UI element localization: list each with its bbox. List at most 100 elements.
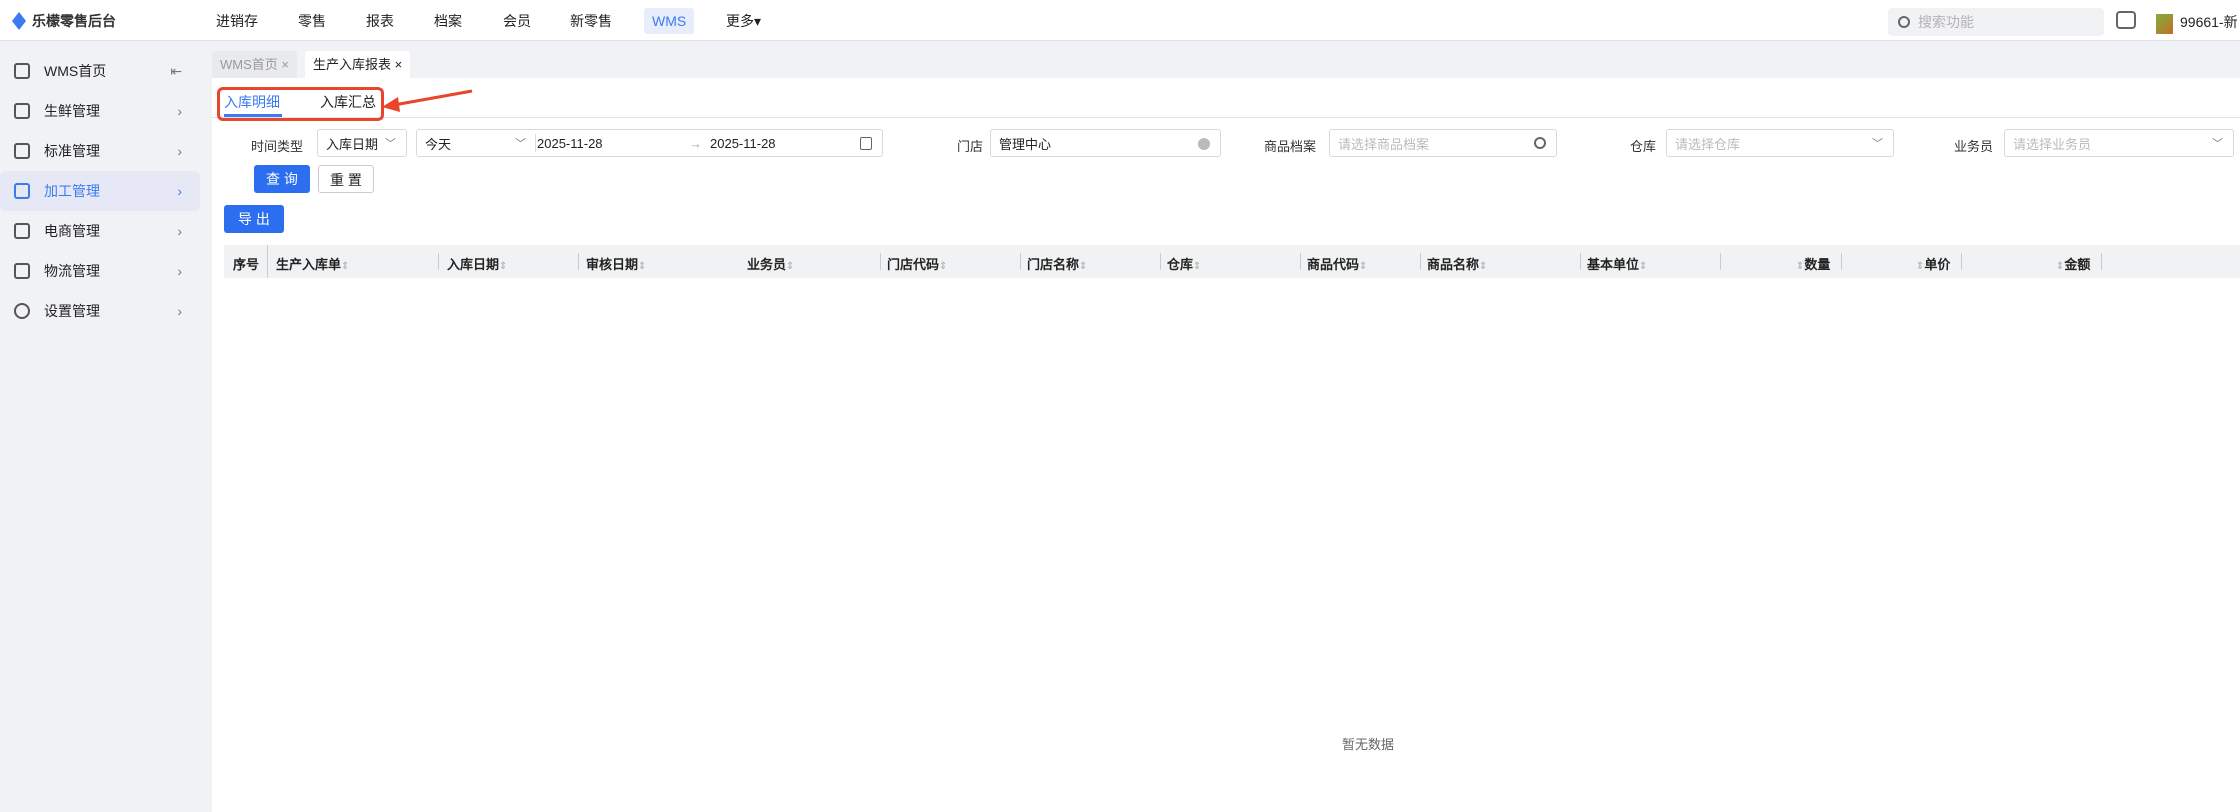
nav-wms[interactable]: WMS bbox=[644, 8, 695, 34]
sidebar-item-fresh[interactable]: 生鲜管理 › bbox=[0, 91, 200, 131]
sidebar-item-standard[interactable]: 标准管理 › bbox=[0, 131, 200, 171]
divider bbox=[880, 253, 881, 270]
sidebar-item-label: 生鲜管理 bbox=[44, 103, 100, 119]
col-store-name[interactable]: 门店名称⇕ bbox=[1027, 254, 1087, 273]
salesman-select[interactable]: 请选择业务员 ﹀ bbox=[2004, 129, 2234, 157]
chevron-down-icon: ﹀ bbox=[515, 138, 526, 150]
date-range-picker[interactable]: 今天 ﹀ 2025-11-28 → 2025-11-28 bbox=[416, 129, 883, 157]
search-input[interactable]: 搜索功能 bbox=[1888, 8, 2104, 36]
nav-more[interactable]: 更多▾ bbox=[718, 8, 769, 34]
col-amount[interactable]: ⇕金额 bbox=[2056, 254, 2090, 273]
chevron-right-icon: › bbox=[177, 103, 182, 119]
nav-archives[interactable]: 档案 bbox=[426, 8, 470, 34]
sort-icon: ⇕ bbox=[1079, 261, 1088, 272]
sidebar-item-processing[interactable]: 加工管理 › bbox=[0, 171, 200, 211]
sort-icon: ⇕ bbox=[1359, 261, 1368, 272]
search-placeholder: 搜索功能 bbox=[1918, 14, 1974, 30]
product-input[interactable]: 请选择商品档案 bbox=[1329, 129, 1557, 157]
page-tab-bar bbox=[212, 41, 2240, 78]
annotation-highlight-box bbox=[217, 87, 384, 121]
chevron-right-icon: › bbox=[177, 183, 182, 199]
col-label: 基本单位 bbox=[1587, 257, 1640, 272]
divider bbox=[212, 117, 2240, 118]
col-order[interactable]: 生产入库单⇕ bbox=[276, 254, 349, 273]
store-input[interactable]: 管理中心 bbox=[990, 129, 1221, 157]
sidebar-item-logistics[interactable]: 物流管理 › bbox=[0, 251, 200, 291]
col-label: 生产入库单 bbox=[276, 257, 342, 272]
col-label: 金额 bbox=[2064, 257, 2091, 272]
col-product-code[interactable]: 商品代码⇕ bbox=[1307, 254, 1367, 273]
query-button[interactable]: 查 询 bbox=[254, 165, 310, 193]
col-unit-price[interactable]: ⇕单价 bbox=[1916, 254, 1950, 273]
home-icon bbox=[14, 63, 30, 79]
date-end[interactable]: 2025-11-28 bbox=[710, 136, 776, 151]
product-placeholder: 请选择商品档案 bbox=[1338, 136, 1430, 152]
nav-members[interactable]: 会员 bbox=[495, 8, 539, 34]
sidebar-item-label: 加工管理 bbox=[44, 183, 100, 199]
nav-new-retail[interactable]: 新零售 bbox=[562, 8, 620, 34]
divider bbox=[2101, 253, 2102, 270]
sidebar-item-ecommerce[interactable]: 电商管理 › bbox=[0, 211, 200, 251]
col-quantity[interactable]: ⇕数量 bbox=[1796, 254, 1830, 273]
col-label: 数量 bbox=[1804, 257, 1831, 272]
col-store-code[interactable]: 门店代码⇕ bbox=[887, 254, 947, 273]
search-icon[interactable] bbox=[1534, 137, 1546, 149]
col-product-name[interactable]: 商品名称⇕ bbox=[1427, 254, 1487, 273]
salesman-placeholder: 请选择业务员 bbox=[2013, 136, 2092, 152]
sidebar-item-label: 物流管理 bbox=[44, 263, 100, 279]
nav-reports[interactable]: 报表 bbox=[358, 8, 402, 34]
col-label: 商品代码 bbox=[1307, 257, 1360, 272]
sort-icon: ⇕ bbox=[786, 261, 795, 272]
store-label: 门店 bbox=[957, 139, 984, 154]
tab-production-inbound-report[interactable]: 生产入库报表 × bbox=[305, 51, 411, 78]
collapse-icon[interactable]: ⇤ bbox=[170, 63, 182, 80]
sort-icon: ⇕ bbox=[1639, 261, 1648, 272]
date-start[interactable]: 2025-11-28 bbox=[537, 136, 603, 151]
sidebar-item-settings[interactable]: 设置管理 › bbox=[0, 291, 200, 331]
warehouse-label: 仓库 bbox=[1630, 139, 1657, 154]
reset-button[interactable]: 重 置 bbox=[318, 165, 374, 193]
avatar[interactable] bbox=[2156, 14, 2173, 34]
print-icon[interactable] bbox=[2116, 11, 2136, 29]
date-separator: → bbox=[689, 135, 702, 151]
sidebar-item-wms-home[interactable]: WMS首页 ⇤ bbox=[0, 51, 200, 91]
chevron-right-icon: › bbox=[177, 303, 182, 319]
sort-icon: ⇕ bbox=[499, 261, 508, 272]
col-salesman[interactable]: 业务员⇕ bbox=[747, 254, 794, 273]
logo[interactable]: 乐檬零售后台 bbox=[12, 11, 116, 31]
tab-wms-home[interactable]: WMS首页 × bbox=[212, 51, 297, 78]
time-type-label: 时间类型 bbox=[251, 139, 304, 154]
user-name[interactable]: 99661-新 bbox=[2180, 12, 2238, 32]
chevron-right-icon: › bbox=[177, 263, 182, 279]
store-value: 管理中心 bbox=[999, 136, 1052, 152]
divider bbox=[1841, 253, 1842, 270]
nav-retail[interactable]: 零售 bbox=[290, 8, 334, 34]
time-type-select[interactable]: 入库日期 ﹀ bbox=[317, 129, 407, 157]
sidebar-item-label: 电商管理 bbox=[44, 223, 100, 239]
sort-icon: ⇕ bbox=[638, 261, 647, 272]
col-label: 门店代码 bbox=[887, 257, 940, 272]
product-label: 商品档案 bbox=[1264, 139, 1317, 154]
top-bar: 乐檬零售后台 进销存 零售 报表 档案 会员 新零售 WMS 更多▾ 搜索功能 … bbox=[0, 0, 2240, 41]
clear-icon[interactable] bbox=[1198, 138, 1210, 150]
range-preset[interactable]: 今天 bbox=[425, 134, 451, 153]
sort-icon: ⇕ bbox=[1193, 261, 1202, 272]
divider bbox=[535, 134, 536, 152]
col-audit-date[interactable]: 审核日期⇕ bbox=[586, 254, 646, 273]
export-button[interactable]: 导 出 bbox=[224, 205, 284, 233]
truck-icon bbox=[14, 263, 30, 279]
sidebar: WMS首页 ⇤ 生鲜管理 › 标准管理 › 加工管理 › 电商管理 › 物流管理 › 设置管… bbox=[0, 41, 212, 812]
col-base-unit[interactable]: 基本单位⇕ bbox=[1587, 254, 1647, 273]
sidebar-item-label: 设置管理 bbox=[44, 303, 100, 319]
chevron-right-icon: › bbox=[177, 143, 182, 159]
col-inbound-date[interactable]: 入库日期⇕ bbox=[447, 254, 507, 273]
col-label: 仓库 bbox=[1167, 257, 1194, 272]
process-icon bbox=[14, 183, 30, 199]
nav-jinxiaocun[interactable]: 进销存 bbox=[208, 8, 266, 34]
chevron-down-icon: ﹀ bbox=[2212, 138, 2223, 150]
warehouse-select[interactable]: 请选择仓库 ﹀ bbox=[1666, 129, 1894, 157]
col-label: 单价 bbox=[1924, 257, 1951, 272]
divider bbox=[1160, 253, 1161, 270]
col-warehouse[interactable]: 仓库⇕ bbox=[1167, 254, 1201, 273]
search-icon bbox=[1898, 16, 1910, 28]
